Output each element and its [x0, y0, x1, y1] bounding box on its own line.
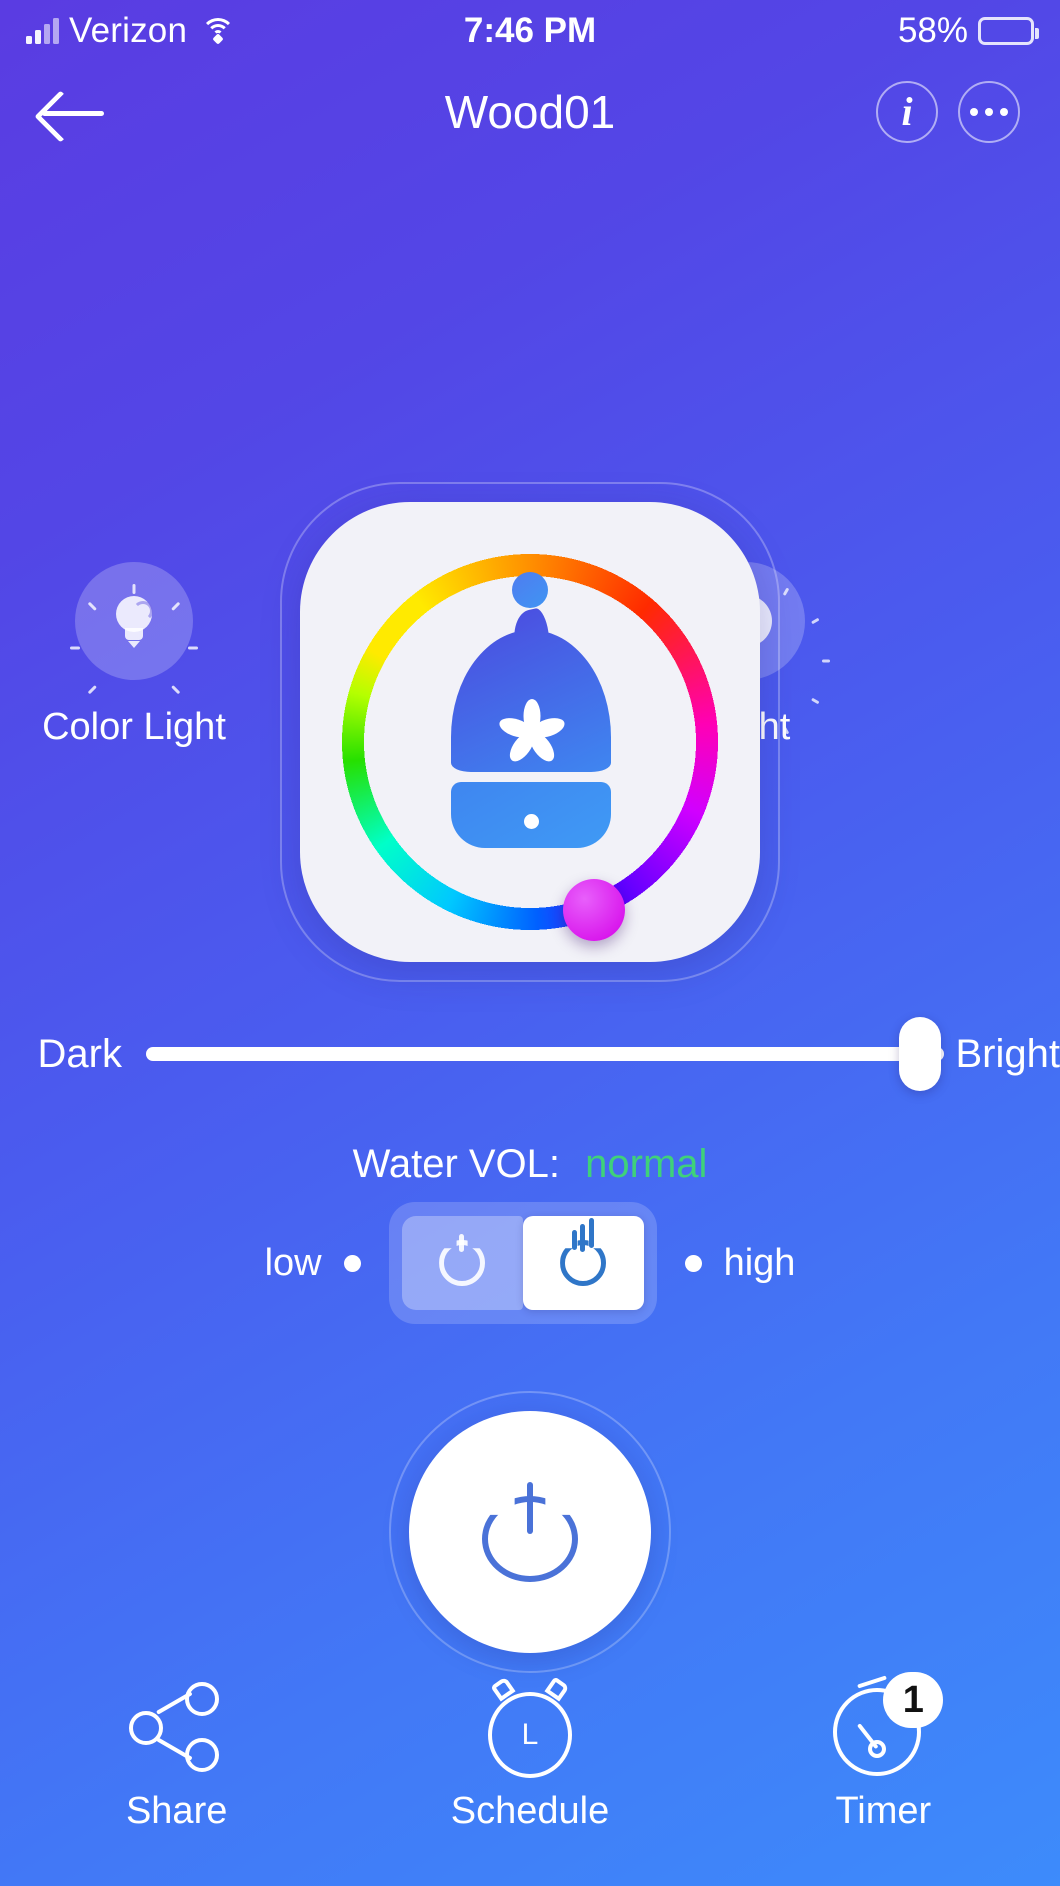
mist-high-icon	[560, 1218, 607, 1286]
power-icon	[482, 1482, 578, 1582]
status-bar-clock: 7:46 PM	[463, 11, 597, 50]
diffuser-flower	[496, 699, 567, 766]
mode-color-light[interactable]: Color Light	[14, 562, 254, 749]
clock-letter: L	[521, 1718, 539, 1751]
schedule-label: Schedule	[450, 1790, 610, 1832]
brightness-max-label: Bright	[955, 1031, 1060, 1076]
timer-badge: 1	[883, 1672, 944, 1728]
water-volume-value: normal	[585, 1142, 708, 1186]
mist-low-option[interactable]	[401, 1216, 523, 1310]
color-light-button[interactable]	[70, 562, 198, 695]
brightness-slider-track[interactable]	[146, 1017, 944, 1091]
timer-button[interactable]: 1 Timer	[707, 1646, 1060, 1886]
brightness-slider-thumb[interactable]	[898, 1017, 941, 1091]
lightbulb-icon	[104, 588, 164, 654]
mist-high-option[interactable]	[522, 1216, 644, 1310]
mist-low-side: low	[265, 1242, 361, 1285]
timer-label: Timer	[835, 1790, 932, 1832]
water-volume-label: Water VOL:	[352, 1142, 561, 1186]
nav-actions: i	[876, 81, 1020, 143]
info-glyph: i	[901, 89, 913, 134]
brightness-slider-row: Dark Bright	[0, 1017, 1060, 1091]
mist-high-dot	[684, 1254, 702, 1272]
schedule-button[interactable]: L Schedule	[353, 1646, 706, 1886]
back-arrow-icon[interactable]	[40, 82, 114, 142]
mist-control-row: low high	[0, 1202, 1060, 1324]
mist-high-side: high	[684, 1241, 796, 1285]
more-dots	[970, 108, 1008, 116]
water-volume-row: Water VOL: normal	[0, 1142, 1060, 1187]
diffuser-icon	[451, 606, 611, 848]
more-options-icon[interactable]	[958, 81, 1020, 143]
share-button[interactable]: Share	[0, 1646, 353, 1886]
mist-low-dot	[343, 1254, 361, 1272]
mist-low-label: low	[264, 1241, 322, 1284]
color-wheel-handle[interactable]	[563, 879, 625, 941]
stopwatch-icon: 1	[831, 1672, 944, 1784]
mist-low-icon	[439, 1234, 486, 1286]
mist-high-label: high	[723, 1241, 796, 1284]
brightness-min-label: Dark	[37, 1031, 122, 1076]
share-icon	[128, 1672, 225, 1784]
color-light-label: Color Light	[42, 706, 226, 748]
nav-bar: Wood01 i	[0, 62, 1060, 162]
color-wheel-indicator-dot[interactable]	[512, 572, 548, 608]
alarm-clock-icon: L	[482, 1672, 578, 1784]
bottom-action-bar: Share L Schedule 1 Timer	[0, 1646, 1060, 1886]
main-stage: Color Light Night Dark Bright Water VOL:…	[0, 162, 1060, 1886]
info-icon[interactable]: i	[876, 81, 938, 143]
share-label: Share	[125, 1790, 228, 1832]
status-bar: Verizon 7:46 PM 58%	[0, 0, 1060, 62]
mist-segmented-control[interactable]	[388, 1202, 657, 1324]
power-button[interactable]	[409, 1411, 651, 1653]
battery-icon	[978, 17, 1039, 45]
